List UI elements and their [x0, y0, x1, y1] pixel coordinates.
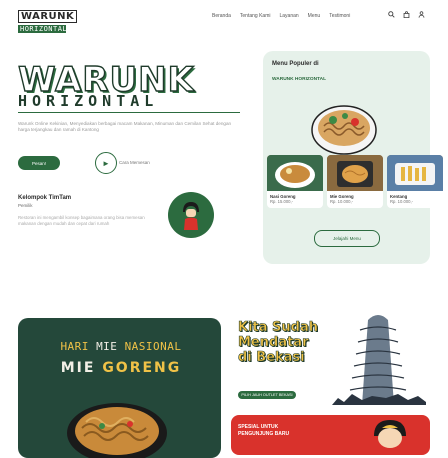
order-button[interactable]: Pesan!: [18, 156, 60, 170]
main-nav: Beranda Tentang Kami Layanan Menu Testim…: [212, 13, 350, 19]
nav-item-layanan[interactable]: Layanan: [279, 13, 298, 19]
person-illustration: [183, 202, 199, 230]
food-image: [267, 155, 323, 191]
logo-subtext: HORIZONTAL: [18, 25, 68, 33]
team-title: Kelompok TimTam: [18, 195, 72, 201]
food-image: [327, 155, 383, 191]
play-icon[interactable]: ►: [95, 152, 117, 174]
nav-item-beranda[interactable]: Beranda: [212, 13, 231, 19]
promo-word: NASIONAL: [124, 340, 182, 353]
promo-line1: HARI MIE NASIONAL: [36, 340, 206, 353]
search-icon[interactable]: [388, 11, 395, 20]
menu-item-price: Rp. 15.000,-: [270, 199, 294, 204]
tower-illustration: [332, 315, 426, 405]
location-line1: Kita Sudah: [238, 320, 319, 336]
hero-subtitle: HORIZONTAL: [18, 92, 159, 110]
logo-text: WARUNK: [18, 10, 78, 23]
choose-outlet-button[interactable]: PILIH JAUH OUTLET BEKASI: [238, 391, 296, 399]
header-icons: [388, 11, 425, 20]
bag-icon[interactable]: [403, 11, 410, 20]
menu-item-list: Nasi Goreng Rp. 15.000,- Mie Goreng Rp. 10…: [267, 155, 443, 208]
menu-title: Menu Populer di: [272, 60, 319, 68]
user-icon[interactable]: [418, 11, 425, 20]
menu-item-card[interactable]: Mie Goreng Rp. 10.000,-: [327, 155, 383, 208]
food-image: [387, 155, 443, 191]
chef-illustration: [374, 420, 406, 448]
special-line2: PENGUNJUNG BARU: [238, 431, 290, 437]
menu-item-price: Rp. 10.000,-: [330, 199, 354, 204]
special-line1: SPESIAL UNTUK: [238, 424, 279, 430]
promo-line2: MIE GORENG: [36, 360, 206, 376]
menu-item-price: Rp. 10.000,-: [390, 199, 414, 204]
explore-menu-button[interactable]: Jelajahi Menu: [314, 230, 380, 247]
promo-word: HARI: [60, 340, 89, 353]
bowl-illustration: [311, 105, 377, 155]
menu-brand: WARUNK HORIZONTAL: [272, 77, 327, 82]
how-to-order-link[interactable]: Cara Memesan: [119, 160, 150, 165]
nav-item-testimoni[interactable]: Testimoni: [329, 13, 350, 19]
location-line3: di Bekasi: [238, 350, 305, 366]
nav-item-tentang[interactable]: Tentang Kami: [240, 13, 271, 19]
hero-divider: [18, 112, 240, 113]
team-avatar: [168, 192, 214, 238]
menu-item-card[interactable]: Kentang Rp. 10.000,-: [387, 155, 443, 208]
menu-item-card[interactable]: Nasi Goreng Rp. 15.000,-: [267, 155, 323, 208]
team-description: Restoran ini mengambil konsep bagaimana …: [18, 215, 145, 226]
nav-item-menu[interactable]: Menu: [308, 13, 321, 19]
menu-title-line1: Menu Populer di: [272, 61, 319, 67]
team-subtitle: Pemilik: [18, 203, 33, 208]
promo-word: MIE: [96, 340, 118, 353]
hero-description: Warunk Online Kekinian, Menyediakan berb…: [18, 121, 232, 132]
brand-logo[interactable]: WARUNK HORIZONTAL: [18, 6, 78, 33]
promo-word: MIE: [60, 360, 96, 376]
location-heading: Kita Sudah Mendatar di Bekasi: [238, 320, 319, 366]
promo-word: GORENG: [102, 360, 182, 376]
location-line2: Mendatar: [238, 335, 309, 351]
special-offer-text: SPESIAL UNTUK PENGUNJUNG BARU: [238, 424, 289, 438]
